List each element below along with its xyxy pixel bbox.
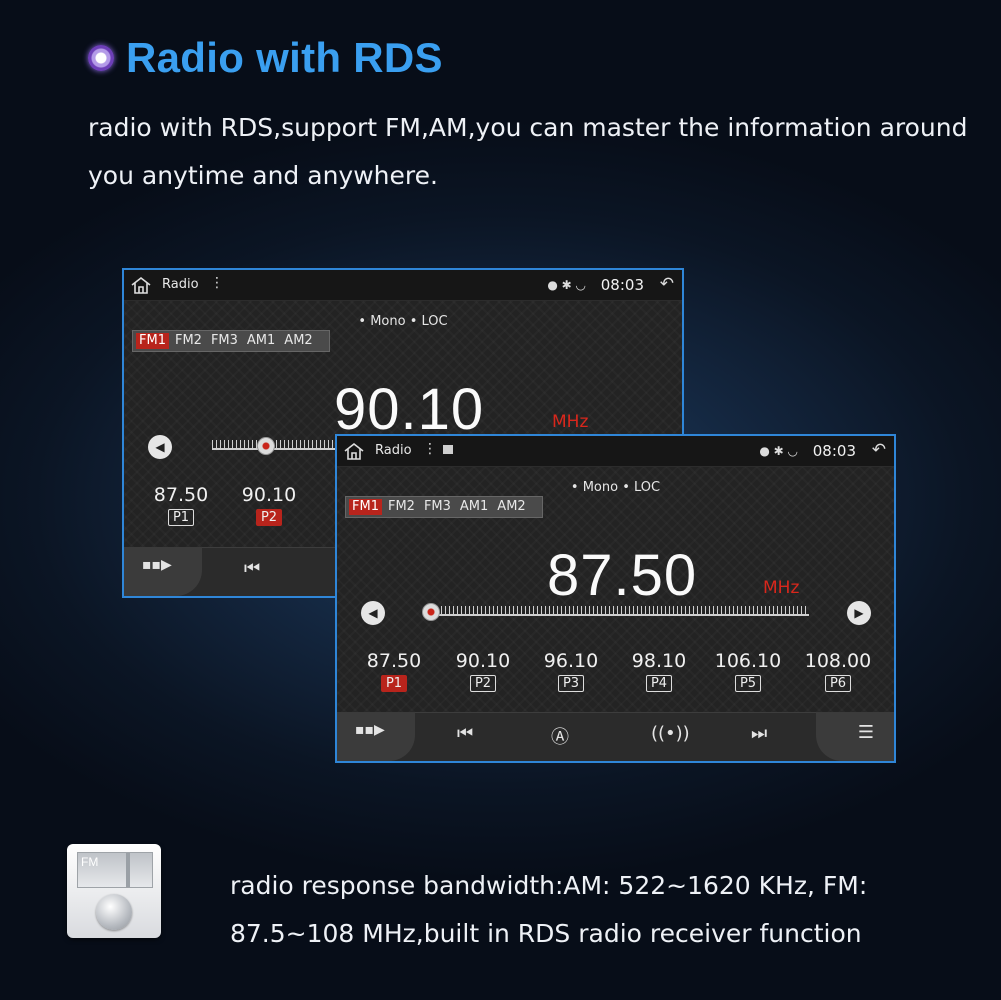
frequency-unit: MHz xyxy=(763,578,800,598)
band-am1[interactable]: AM1 xyxy=(244,333,278,349)
app-icon-label: FM xyxy=(81,855,99,869)
location-icon: ● ✱ ◡ xyxy=(547,278,586,292)
band-fm2[interactable]: FM2 xyxy=(385,499,418,515)
preset-5[interactable]: 106.10 P5 xyxy=(713,650,783,692)
preset-label: P6 xyxy=(824,675,852,692)
preset-6[interactable]: 108.00 P6 xyxy=(803,650,873,692)
intro-text: radio with RDS,support FM,AM,you can mas… xyxy=(88,113,968,190)
app-title: Radio xyxy=(375,443,412,458)
band-am1[interactable]: AM1 xyxy=(457,499,491,515)
preset-1[interactable]: 87.50 P1 xyxy=(146,484,216,526)
band-fm3[interactable]: FM3 xyxy=(421,499,454,515)
seek-left-icon[interactable]: ◀ xyxy=(361,601,385,625)
outro-text: radio response bandwidth:AM: 522~1620 KH… xyxy=(230,871,868,948)
band-fm2[interactable]: FM2 xyxy=(172,333,205,349)
image-icon xyxy=(443,445,453,454)
tuning-knob[interactable] xyxy=(257,437,275,455)
radio-display-window: FM xyxy=(77,852,153,888)
band-am2[interactable]: AM2 xyxy=(281,333,315,349)
preset-1[interactable]: 87.50 P1 xyxy=(359,650,429,692)
radio-app-icon: FM xyxy=(67,844,161,938)
source-tab[interactable]: ▪▪▶ xyxy=(337,712,415,761)
previous-icon[interactable]: ⏮ xyxy=(457,723,473,744)
band-fm3[interactable]: FM3 xyxy=(208,333,241,349)
location-icon: ● ✱ ◡ xyxy=(759,444,798,458)
status-bar: Radio ⋮ ● ✱ ◡ 08:03 ↶ xyxy=(337,436,894,467)
preset-label: P2 xyxy=(255,509,283,526)
preset-label: P1 xyxy=(380,675,408,692)
radio-knob-icon xyxy=(96,894,132,930)
preset-frequency: 87.50 xyxy=(366,650,422,672)
source-icon: ▪▪▶ xyxy=(355,722,385,738)
preset-3[interactable]: 96.10 P3 xyxy=(536,650,606,692)
preset-frequency: 96.10 xyxy=(543,650,599,672)
clock: 08:03 xyxy=(600,276,644,294)
tuning-knob[interactable] xyxy=(422,603,440,621)
source-tab[interactable]: ▪▪▶ xyxy=(124,547,202,596)
band-fm1[interactable]: FM1 xyxy=(136,333,169,349)
preset-2[interactable]: 90.10 P2 xyxy=(234,484,304,526)
tuner-needle xyxy=(126,853,130,887)
auto-scan-icon[interactable]: Ⓐ xyxy=(551,723,569,749)
next-icon[interactable]: ⏭ xyxy=(751,723,767,744)
band-am2[interactable]: AM2 xyxy=(494,499,528,515)
preset-frequency: 98.10 xyxy=(631,650,687,672)
band-selector: FM1 FM2 FM3 AM1 AM2 xyxy=(132,330,330,352)
preset-label: P5 xyxy=(734,675,762,692)
status-bar: Radio ⋮ ● ✱ ◡ 08:03 ↶ xyxy=(124,270,682,301)
frequency-display: 90.10 xyxy=(334,377,485,442)
bullet-icon xyxy=(88,45,114,71)
home-icon[interactable] xyxy=(343,442,365,460)
previous-icon[interactable]: ⏮ xyxy=(244,558,260,579)
frequency-display: 87.50 xyxy=(547,543,698,608)
seek-left-icon[interactable]: ◀ xyxy=(148,435,172,459)
rds-broadcast-icon[interactable]: ((•)) xyxy=(651,723,690,744)
band-selector: FM1 FM2 FM3 AM1 AM2 xyxy=(345,496,543,518)
back-icon[interactable]: ↶ xyxy=(872,440,886,460)
preset-frequency: 90.10 xyxy=(455,650,511,672)
preset-label: P1 xyxy=(167,509,195,526)
tuning-scale[interactable] xyxy=(425,602,809,616)
clock: 08:03 xyxy=(812,442,856,460)
preset-label: P4 xyxy=(645,675,673,692)
source-icon: ▪▪▶ xyxy=(142,557,172,573)
equalizer-tab[interactable]: ☰ xyxy=(816,712,894,761)
preset-frequency: 90.10 xyxy=(241,484,297,506)
app-title: Radio xyxy=(162,277,199,292)
home-icon[interactable] xyxy=(130,276,152,294)
back-icon[interactable]: ↶ xyxy=(660,274,674,294)
mono-loc-indicator: • Mono • LOC xyxy=(358,314,448,329)
mono-loc-indicator: • Mono • LOC xyxy=(570,480,661,495)
preset-frequency: 108.00 xyxy=(804,650,872,672)
preset-label: P2 xyxy=(469,675,497,692)
more-menu-icon[interactable]: ⋮ xyxy=(423,441,437,457)
radio-screen-front: Radio ⋮ ● ✱ ◡ 08:03 ↶ • Mono • LOC FM1 F… xyxy=(335,434,896,763)
seek-right-icon[interactable]: ▶ xyxy=(847,601,871,625)
preset-label: P3 xyxy=(557,675,585,692)
preset-frequency: 87.50 xyxy=(153,484,209,506)
frequency-unit: MHz xyxy=(552,412,589,432)
page-title: Radio with RDS xyxy=(126,34,443,81)
band-fm1[interactable]: FM1 xyxy=(349,499,382,515)
more-menu-icon[interactable]: ⋮ xyxy=(210,275,224,291)
bottom-toolbar: ▪▪▶ ⏮ Ⓐ ((•)) ⏭ ☰ xyxy=(337,712,894,761)
preset-frequency: 106.10 xyxy=(714,650,782,672)
section-heading: Radio with RDS xyxy=(88,34,443,82)
equalizer-icon: ☰ xyxy=(857,722,874,743)
preset-2[interactable]: 90.10 P2 xyxy=(448,650,518,692)
preset-4[interactable]: 98.10 P4 xyxy=(624,650,694,692)
